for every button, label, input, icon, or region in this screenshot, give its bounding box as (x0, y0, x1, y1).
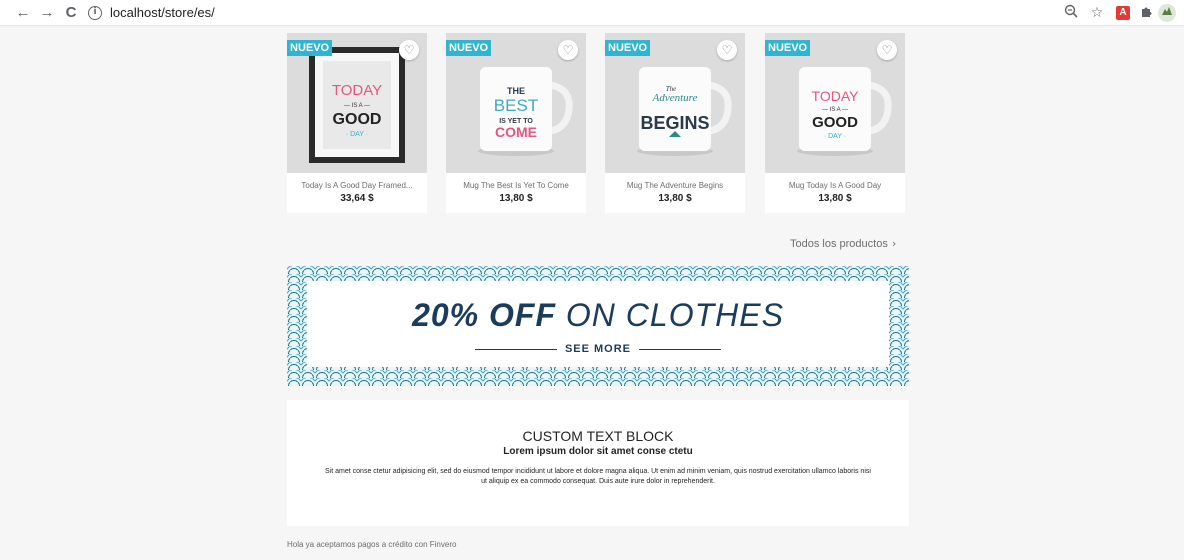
promo-discount: 20% OFF (412, 297, 556, 333)
all-products-link[interactable]: Todos los productos › (790, 237, 896, 250)
heart-icon[interactable]: ♡ (717, 40, 737, 60)
product-card[interactable]: TODAY — IS A — GOOD · DAY · NUEVO ♡ Toda… (287, 33, 427, 213)
product-card[interactable]: THE BEST IS YET TO COME NUEVO ♡ Mug The … (446, 33, 586, 213)
heart-icon[interactable]: ♡ (877, 40, 897, 60)
product-name[interactable]: Today Is A Good Day Framed... (291, 181, 423, 190)
zoom-icon[interactable] (1062, 4, 1080, 22)
address-url[interactable]: localhost/store/es/ (110, 5, 215, 20)
heart-icon[interactable]: ♡ (558, 40, 578, 60)
new-badge: NUEVO (287, 40, 333, 56)
new-badge: NUEVO (765, 40, 811, 56)
mug-word-come: COME (495, 124, 537, 140)
product-price: 13,80 $ (499, 193, 533, 204)
back-icon[interactable]: ← (14, 4, 32, 22)
pdf-icon[interactable]: A (1116, 6, 1130, 20)
poster-word-is-a: — IS A — (344, 103, 370, 109)
product-card[interactable]: TODAY — IS A — GOOD · DAY · NUEVO ♡ Mug … (765, 33, 905, 213)
custom-block-text: Sit amet conse ctetur adipisicing elit, … (325, 468, 871, 485)
promo-banner[interactable]: 20% OFF ON CLOTHES SEE MORE (287, 266, 909, 386)
all-products-label: Todos los productos (790, 238, 888, 250)
see-more-link[interactable]: SEE MORE (307, 343, 889, 355)
financing-note: Hola ya aceptamos pagos a crédito con Fi… (287, 540, 457, 549)
address-bar[interactable]: i localhost/store/es/ (88, 2, 1088, 23)
product-grid: TODAY — IS A — GOOD · DAY · NUEVO ♡ Toda… (287, 33, 907, 213)
product-price: 13,80 $ (658, 193, 692, 204)
new-badge: NUEVO (446, 40, 492, 56)
poster-word-good: GOOD (333, 111, 382, 128)
mug-word-good: GOOD (812, 114, 858, 131)
page-content: TODAY — IS A — GOOD · DAY · NUEVO ♡ Toda… (0, 27, 1184, 560)
mug-word-today: TODAY (812, 88, 860, 104)
product-name[interactable]: Mug Today Is A Good Day (769, 181, 901, 190)
custom-block-subtitle: Lorem ipsum dolor sit amet conse ctetu (503, 446, 693, 457)
mug-word-begins: BEGINS (640, 113, 709, 133)
promo-category: ON CLOTHES (565, 297, 784, 333)
promo-headline: 20% OFF ON CLOTHES (307, 297, 889, 334)
mug-word-best: BEST (494, 96, 538, 115)
product-name[interactable]: Mug The Adventure Begins (609, 181, 741, 190)
promo-banner-panel: 20% OFF ON CLOTHES SEE MORE (307, 281, 889, 367)
product-price: 33,64 $ (340, 193, 374, 204)
browser-toolbar: ← → C i localhost/store/es/ ☆ A (0, 0, 1184, 26)
reload-icon[interactable]: C (62, 4, 80, 22)
product-price: 13,80 $ (818, 193, 852, 204)
profile-icon[interactable] (1158, 4, 1176, 22)
site-info-icon[interactable]: i (88, 5, 102, 20)
poster-word-today: TODAY (332, 82, 382, 99)
custom-block-title: CUSTOM TEXT BLOCK (522, 428, 674, 444)
custom-text-block: CUSTOM TEXT BLOCK Lorem ipsum dolor sit … (287, 400, 909, 526)
star-icon[interactable]: ☆ (1088, 4, 1106, 22)
mug-word-is-a: — IS A — (822, 107, 848, 113)
mug-word-adventure: Adventure (652, 92, 698, 104)
mug-word-the: THE (507, 86, 525, 96)
new-badge: NUEVO (605, 40, 651, 56)
mug-word-day: · DAY · (824, 133, 846, 140)
extensions-icon[interactable] (1137, 4, 1155, 22)
forward-icon[interactable]: → (38, 4, 56, 22)
product-name[interactable]: Mug The Best Is Yet To Come (450, 181, 582, 190)
poster-word-day: · DAY · (346, 131, 368, 138)
chevron-right-icon: › (891, 237, 897, 250)
product-card[interactable]: The Adventure BEGINS NUEVO ♡ Mug The Adv… (605, 33, 745, 213)
heart-icon[interactable]: ♡ (399, 40, 419, 60)
